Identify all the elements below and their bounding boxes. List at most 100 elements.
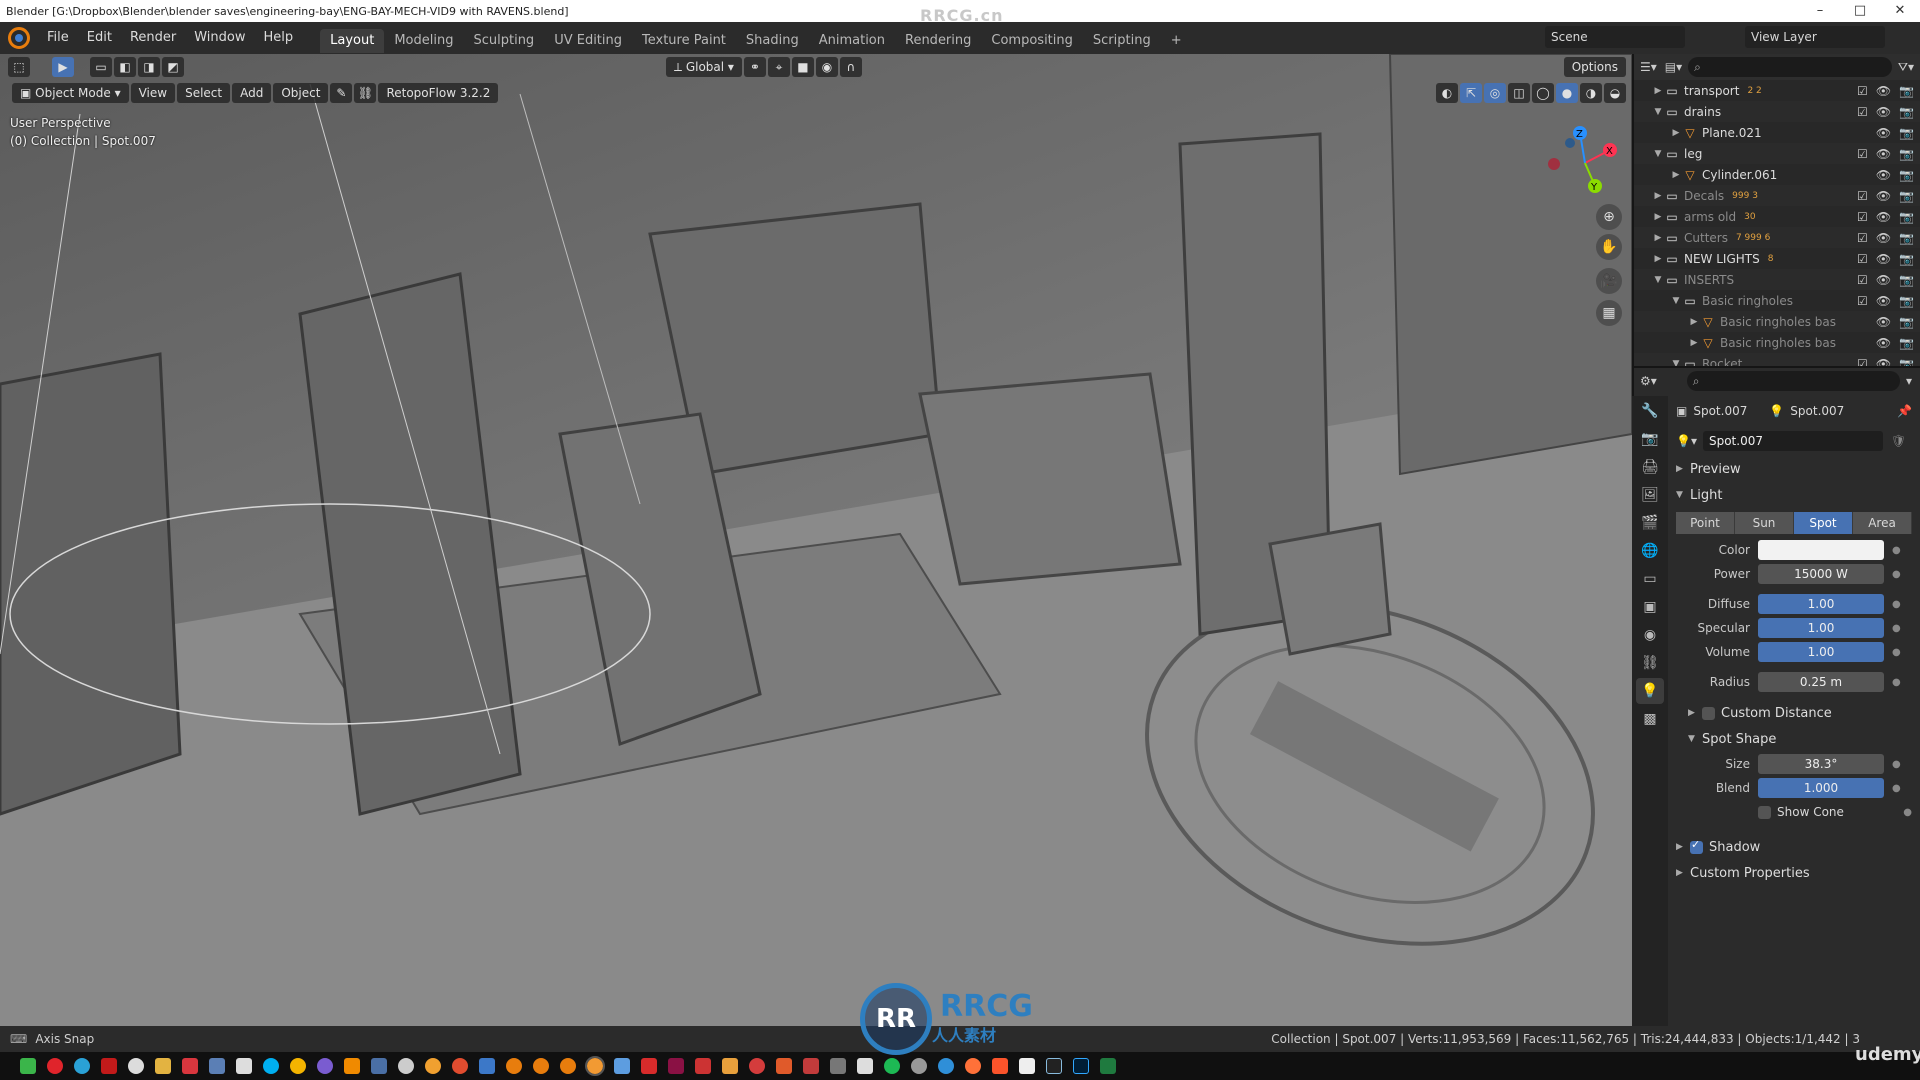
editor-type-icon[interactable]: ⬚ <box>8 57 30 77</box>
navigation-gizmo[interactable]: X Y Z <box>1540 118 1630 208</box>
exclude-checkbox-icon[interactable]: ☑ <box>1857 273 1868 287</box>
render-camera-icon[interactable]: 📷 <box>1899 105 1914 119</box>
app-icon[interactable] <box>1100 1058 1116 1074</box>
section-light[interactable]: ▼ Light <box>1676 482 1912 508</box>
app-icon[interactable] <box>695 1058 711 1074</box>
specular-field[interactable]: 1.00 <box>1758 618 1884 638</box>
blender-logo-icon[interactable] <box>8 27 30 49</box>
skype-icon[interactable] <box>263 1058 279 1074</box>
add-workspace-button[interactable]: + <box>1161 29 1192 53</box>
render-camera-icon[interactable]: 📷 <box>1899 252 1914 266</box>
properties-search-input[interactable] <box>1686 371 1900 391</box>
solid-shading-icon[interactable]: ● <box>1556 83 1578 103</box>
pivot-icon[interactable]: ⚭ <box>743 57 766 77</box>
app-icon[interactable] <box>1019 1058 1035 1074</box>
tab-uv-editing[interactable]: UV Editing <box>544 29 632 53</box>
render-camera-icon[interactable]: 📷 <box>1899 126 1914 140</box>
select-extend-icon[interactable]: ◧ <box>114 57 136 77</box>
app-icon[interactable] <box>722 1058 738 1074</box>
eye-icon[interactable]: 👁 <box>1876 147 1891 161</box>
expand-right-icon[interactable]: ▶ <box>1670 128 1682 138</box>
app-icon[interactable] <box>614 1058 630 1074</box>
expand-right-icon[interactable]: ▶ <box>1652 233 1664 243</box>
exclude-checkbox-icon[interactable]: ☑ <box>1857 294 1868 308</box>
tab-world-icon[interactable]: 🌐 <box>1636 538 1664 564</box>
power-field[interactable]: 15000 W <box>1758 564 1884 584</box>
brave-icon[interactable] <box>992 1058 1008 1074</box>
app-icon[interactable] <box>911 1058 927 1074</box>
blender-icon[interactable] <box>560 1058 576 1074</box>
select-invert-icon[interactable]: ◩ <box>162 57 184 77</box>
eye-icon[interactable]: 👁 <box>1876 168 1891 182</box>
photoshop-icon[interactable] <box>1073 1058 1089 1074</box>
overlay-toggle-icon[interactable]: ◎ <box>1484 83 1506 103</box>
exclude-checkbox-icon[interactable]: ☑ <box>1857 105 1868 119</box>
keyframe-dot-icon[interactable]: ● <box>1892 647 1901 658</box>
color-swatch[interactable] <box>1758 540 1884 560</box>
expand-right-icon[interactable]: ▶ <box>1652 212 1664 222</box>
transform-orientation-dropdown[interactable]: ⟂ Global ▾ <box>666 57 742 77</box>
outliner-row[interactable]: ▶ ▽ Plane.021 👁 📷 <box>1634 122 1920 143</box>
app-icon[interactable] <box>749 1058 765 1074</box>
vlc-icon[interactable] <box>344 1058 360 1074</box>
section-custom-properties[interactable]: ▶ Custom Properties <box>1676 860 1912 886</box>
expand-right-icon[interactable]: ▶ <box>1688 338 1700 348</box>
mode-dropdown[interactable]: ▣ Object Mode ▾ <box>12 83 129 103</box>
exclude-checkbox-icon[interactable]: ☑ <box>1857 147 1868 161</box>
keyframe-dot-icon[interactable]: ● <box>1892 599 1901 610</box>
shadow-checkbox[interactable] <box>1690 838 1703 854</box>
outliner-row[interactable]: ▶ ▭ NEW LIGHTS 8 ☑ 👁 📷 <box>1634 248 1920 269</box>
options-dropdown[interactable]: Options <box>1563 57 1626 77</box>
camera-view-icon[interactable]: 🎥 <box>1596 268 1622 294</box>
expand-down-icon[interactable]: ▼ <box>1670 296 1682 306</box>
wireframe-shading-icon[interactable]: ◯ <box>1532 83 1554 103</box>
volume-field[interactable]: 1.00 <box>1758 642 1884 662</box>
tab-view-layer-icon[interactable]: 🖼 <box>1636 482 1664 508</box>
chrome-icon[interactable] <box>74 1058 90 1074</box>
eye-icon[interactable]: 👁 <box>1876 105 1891 119</box>
eye-icon[interactable]: 👁 <box>1876 252 1891 266</box>
eye-icon[interactable]: 👁 <box>1876 294 1891 308</box>
keyframe-dot-icon[interactable]: ● <box>1892 677 1901 688</box>
app-icon[interactable] <box>371 1058 387 1074</box>
rendered-shading-icon[interactable]: ◒ <box>1604 83 1626 103</box>
eye-icon[interactable]: 👁 <box>1876 231 1891 245</box>
view-layer-selector[interactable]: View Layer <box>1745 26 1885 48</box>
scene-selector[interactable]: Scene <box>1545 26 1685 48</box>
section-preview[interactable]: ▶ Preview <box>1676 456 1912 482</box>
falloff-icon[interactable]: ∩ <box>839 57 862 77</box>
tab-animation[interactable]: Animation <box>809 29 895 53</box>
render-camera-icon[interactable]: 📷 <box>1899 231 1914 245</box>
eye-icon[interactable]: 👁 <box>1876 336 1891 350</box>
menu-window[interactable]: Window <box>185 22 254 54</box>
menu-object[interactable]: Object <box>273 83 329 103</box>
material-shading-icon[interactable]: ◑ <box>1580 83 1602 103</box>
outliner-row[interactable]: ▼ ▭ Basic ringholes ☑ 👁 📷 <box>1634 290 1920 311</box>
light-type-sun[interactable]: Sun <box>1735 512 1794 534</box>
section-custom-distance[interactable]: ▶ Custom Distance <box>1676 700 1912 726</box>
app-icon[interactable] <box>128 1058 144 1074</box>
keyframe-dot-icon[interactable]: ● <box>1892 759 1901 770</box>
exclude-checkbox-icon[interactable]: ☑ <box>1857 357 1868 367</box>
proportional-edit-icon[interactable]: ◉ <box>815 57 838 77</box>
app-icon[interactable] <box>857 1058 873 1074</box>
blender-icon[interactable] <box>506 1058 522 1074</box>
ortho-grid-icon[interactable]: ▦ <box>1596 300 1622 326</box>
spotify-icon[interactable] <box>884 1058 900 1074</box>
opera-icon[interactable] <box>47 1058 63 1074</box>
tab-texture-icon[interactable]: ▩ <box>1636 706 1664 732</box>
filter-icon[interactable]: ⛛▾ <box>1898 60 1914 75</box>
menu-render[interactable]: Render <box>121 22 185 54</box>
section-spot-shape[interactable]: ▼ Spot Shape <box>1676 726 1912 752</box>
maximize-icon[interactable]: □ <box>1840 0 1880 22</box>
outliner-editor-icon[interactable]: ☰▾ <box>1640 60 1657 74</box>
acrobat-icon[interactable] <box>641 1058 657 1074</box>
start-icon[interactable] <box>20 1058 36 1074</box>
expand-right-icon[interactable]: ▶ <box>1652 191 1664 201</box>
tab-render-icon[interactable]: 📷 <box>1636 426 1664 452</box>
keyframe-dot-icon[interactable]: ● <box>1903 807 1912 818</box>
close-icon[interactable]: ✕ <box>1880 0 1920 22</box>
edge-icon[interactable] <box>938 1058 954 1074</box>
outliner-row[interactable]: ▶ ▽ Cylinder.061 👁 📷 <box>1634 164 1920 185</box>
render-camera-icon[interactable]: 📷 <box>1899 273 1914 287</box>
